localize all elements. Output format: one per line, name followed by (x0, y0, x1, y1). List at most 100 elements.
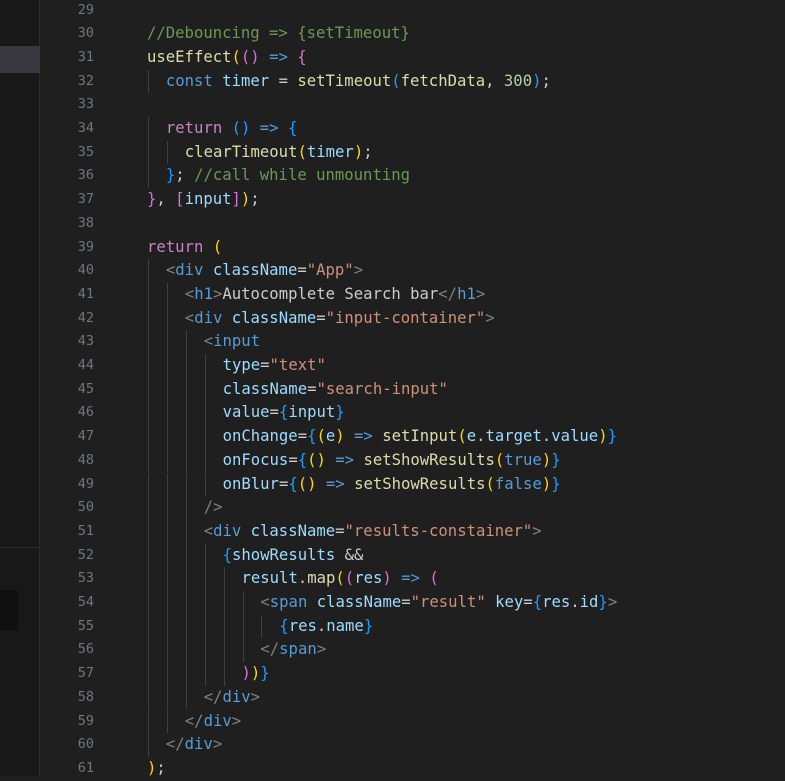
code-token: timer (306, 142, 354, 161)
indent-guide (204, 472, 206, 497)
code-line[interactable]: 30 //Debouncing => {setTimeout} (41, 22, 785, 46)
code-text: onFocus={() => setShowResults(true)} (223, 449, 561, 473)
code-token: true (504, 450, 542, 469)
code-line[interactable]: 42 <div className="input-container"> (41, 306, 785, 331)
indent-guide (166, 614, 168, 639)
side-panel-item[interactable] (0, 590, 18, 630)
code-token: ( (297, 142, 307, 161)
indent-guide (166, 519, 168, 544)
indent-guide (185, 472, 187, 497)
code-token: res (288, 616, 317, 635)
code-line[interactable]: 43 <input (41, 330, 785, 354)
code-token: "text" (269, 356, 326, 374)
code-line[interactable]: 54 <span className="result" key={res.id}> (41, 591, 785, 615)
indent-guide (148, 306, 149, 331)
code-line[interactable]: 55 {res.name} (41, 614, 785, 639)
code-line[interactable]: 46 value={input} (41, 401, 785, 426)
indent-guide (148, 733, 149, 757)
code-line[interactable]: 49 onBlur={() => setShowResults(false)} (41, 472, 785, 497)
side-panel-divider (0, 547, 40, 548)
code-token: onChange (222, 427, 298, 446)
code-token: ) (147, 758, 157, 777)
code-token: ) (353, 142, 364, 161)
code-text: <div className="results-constainer"> (204, 520, 542, 544)
code-token: map (307, 569, 336, 588)
code-token: ) (335, 427, 345, 446)
line-number: 30 (77, 25, 94, 42)
code-line[interactable]: 58 </div> (41, 685, 785, 710)
code-line[interactable]: 59 </div> (41, 709, 785, 734)
code-line[interactable]: 51 <div className="results-constainer"> (41, 519, 785, 544)
code-token: ; (541, 71, 551, 90)
code-token: div (213, 521, 242, 540)
side-panel-selected-item[interactable] (0, 46, 40, 73)
code-token: ; (156, 758, 166, 777)
indent-guide (148, 591, 149, 615)
code-token: [ (175, 190, 185, 209)
code-token: => (259, 119, 279, 137)
code-line[interactable]: 33 (41, 93, 785, 117)
code-line[interactable]: 37}, [input]); (41, 188, 785, 212)
code-line[interactable]: 34 return () => { (41, 117, 785, 141)
indent-guide (185, 496, 187, 520)
code-line[interactable]: 50 /> (41, 496, 785, 520)
code-line[interactable]: 47 onChange={(e) => setInput(e.target.val… (41, 425, 785, 449)
code-token: => (325, 474, 345, 493)
code-line[interactable]: 44 type="text" (41, 354, 785, 378)
code-line[interactable]: 60 </div> (41, 733, 785, 757)
code-line[interactable]: 29 (41, 0, 785, 22)
code-line[interactable]: 48 onFocus={() => setShowResults(true)} (41, 448, 785, 473)
indent-guide (148, 330, 149, 354)
line-number: 29 (77, 1, 94, 18)
code-line[interactable]: 61); (41, 757, 785, 781)
code-token: 300 (503, 71, 533, 90)
code-token: . (297, 569, 308, 588)
line-number: 49 (77, 475, 94, 492)
line-number: 44 (77, 357, 94, 373)
code-token: res (354, 569, 383, 588)
line-number: 48 (77, 451, 94, 468)
code-line[interactable]: 56 </span> (41, 638, 785, 663)
indent-guide (166, 377, 168, 402)
code-line[interactable]: 32 const timer = setTimeout(fetchData, 30… (41, 69, 785, 94)
code-token: type (222, 356, 261, 374)
code-token: clearTimeout (184, 142, 298, 161)
code-line[interactable]: 38 (41, 212, 785, 236)
code-token: target (485, 427, 542, 446)
code-line[interactable]: 45 className="search-input" (41, 377, 785, 402)
code-token: h1 (457, 284, 476, 303)
line-number: 57 (77, 665, 94, 682)
code-editor[interactable]: 29 30 //Debouncing => {setTimeout} 31 useEff… (41, 0, 785, 777)
code-line[interactable]: 57))} (41, 662, 785, 686)
code-line[interactable]: 36}; //call while unmounting (41, 164, 785, 189)
indent-guide (148, 259, 149, 283)
code-token: const (165, 71, 213, 90)
code-token: </ (203, 687, 223, 706)
code-line[interactable]: 41 <h1>Autocomplete Search bar</h1> (41, 282, 785, 307)
code-line[interactable]: 31 useEffect(() => { (41, 46, 785, 70)
code-token: //Debouncing => {setTimeout} (147, 24, 410, 43)
code-line[interactable]: 35 clearTimeout(timer); (41, 140, 785, 165)
code-token: > (212, 735, 223, 754)
code-line[interactable]: 39 return ( (41, 236, 785, 260)
code-token: } (551, 474, 561, 493)
code-token: } (598, 593, 608, 611)
code-token: = (297, 261, 307, 280)
indent-guide (223, 567, 225, 591)
line-number: 31 (77, 48, 94, 65)
code-line[interactable]: 52 {showResults && (41, 543, 785, 568)
indent-guide (148, 709, 149, 734)
code-line[interactable]: 53 result.map((res) => ( (41, 567, 785, 591)
code-token: setInput (382, 427, 458, 446)
line-number: 38 (77, 214, 94, 231)
code-token: > (353, 261, 364, 280)
code-line[interactable]: 40 <div className="App"> (41, 259, 785, 283)
indent-guide (166, 567, 168, 591)
code-token: = (401, 593, 411, 611)
code-token: { (532, 593, 543, 611)
code-text: ))} (242, 662, 270, 686)
